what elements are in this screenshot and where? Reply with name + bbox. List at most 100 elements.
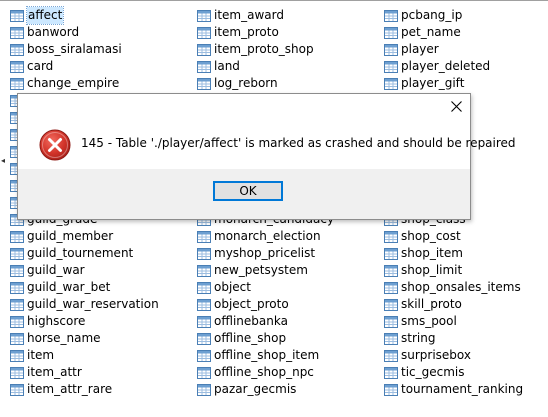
table-list-item[interactable]: boss_siralamasi <box>10 41 159 58</box>
table-list-item[interactable]: guild_war <box>10 262 159 279</box>
table-list-item[interactable]: pet_name <box>384 24 523 41</box>
table-list-item[interactable]: player_deleted <box>384 58 523 75</box>
table-name: offlinebanka <box>214 314 288 328</box>
table-list-item[interactable]: sms_pool <box>384 313 523 330</box>
table-icon <box>384 349 398 362</box>
close-button[interactable] <box>448 98 464 114</box>
table-list-item[interactable]: affect <box>10 6 159 25</box>
table-name: player <box>401 42 439 56</box>
table-name: myshop_pricelist <box>214 246 316 260</box>
table-name: object_proto <box>214 297 289 311</box>
error-message: 145 - Table './player/affect' is marked … <box>81 136 516 150</box>
table-list-item[interactable]: pazar_gecmis <box>197 381 334 398</box>
table-list-item[interactable]: guild_war_reservation <box>10 296 159 313</box>
table-list-item[interactable]: string <box>384 330 523 347</box>
table-name: skill_proto <box>401 297 462 311</box>
top-border <box>0 0 548 1</box>
table-name: highscore <box>27 314 86 328</box>
table-name: shop_item <box>401 246 463 260</box>
table-icon <box>384 26 398 39</box>
table-icon <box>384 60 398 73</box>
table-list-item[interactable]: change_empire <box>10 75 159 92</box>
table-list-item[interactable]: offline_shop <box>197 330 334 347</box>
table-list-item[interactable]: item_attr <box>10 364 159 381</box>
table-list-item[interactable]: tic_gecmis <box>384 364 523 381</box>
table-name: shop_limit <box>401 263 463 277</box>
table-name: guild_war <box>27 263 85 277</box>
table-list-item[interactable]: item_proto <box>197 24 334 41</box>
table-list-item[interactable]: myshop_pricelist <box>197 245 334 262</box>
table-list-item[interactable]: offlinebanka <box>197 313 334 330</box>
scroll-left-arrow-icon[interactable]: ◂ <box>1 157 5 165</box>
table-list-item[interactable]: item_award <box>197 7 334 24</box>
table-list-item[interactable]: offline_shop_item <box>197 347 334 364</box>
table-list-item[interactable]: object_proto <box>197 296 334 313</box>
table-icon <box>384 9 398 22</box>
table-name: horse_name <box>27 331 101 345</box>
table-name: string <box>401 331 436 345</box>
table-list-item[interactable]: item_proto_shop <box>197 41 334 58</box>
table-icon <box>197 281 211 294</box>
table-name: offline_shop <box>214 331 287 345</box>
table-list-item[interactable]: player_gift <box>384 75 523 92</box>
error-dialog: 145 - Table './player/affect' is marked … <box>17 93 516 220</box>
table-list-item[interactable]: guild_war_bet <box>10 279 159 296</box>
table-name: guild_war_bet <box>27 280 111 294</box>
table-name: offline_shop_npc <box>214 365 314 379</box>
table-list-item[interactable]: card <box>10 58 159 75</box>
table-icon <box>197 315 211 328</box>
table-icon <box>10 9 24 22</box>
table-list-item[interactable]: player <box>384 41 523 58</box>
table-list-item[interactable]: object <box>197 279 334 296</box>
table-name: tournament_ranking <box>401 382 524 396</box>
table-list-item[interactable]: shop_limit <box>384 262 523 279</box>
table-icon <box>10 332 24 345</box>
table-name: guild_war_reservation <box>27 297 159 311</box>
table-list-item[interactable]: offline_shop_npc <box>197 364 334 381</box>
table-icon <box>10 298 24 311</box>
table-icon <box>197 332 211 345</box>
table-list-item[interactable]: land <box>197 58 334 75</box>
ok-button[interactable]: OK <box>213 181 283 201</box>
table-list-item[interactable]: guild_member <box>10 228 159 245</box>
table-list-item[interactable]: skill_proto <box>384 296 523 313</box>
table-list-item[interactable]: surprisebox <box>384 347 523 364</box>
table-icon <box>10 264 24 277</box>
dialog-message-area <box>18 94 470 169</box>
table-icon <box>197 247 211 260</box>
table-list-item[interactable]: tournament_ranking <box>384 381 523 398</box>
table-name: surprisebox <box>401 348 472 362</box>
table-list-item[interactable]: monarch_election <box>197 228 334 245</box>
table-name: tic_gecmis <box>401 365 465 379</box>
table-icon <box>197 9 211 22</box>
table-list-item[interactable]: log_reborn <box>197 75 334 92</box>
table-icon <box>384 230 398 243</box>
table-list-item[interactable]: shop_onsales_items <box>384 279 523 296</box>
table-list-item[interactable]: item <box>10 347 159 364</box>
table-name: item <box>27 348 55 362</box>
table-list-item[interactable]: shop_cost <box>384 228 523 245</box>
table-icon <box>384 298 398 311</box>
table-name: guild_member <box>27 229 114 243</box>
ok-button-label: OK <box>239 184 257 198</box>
table-list-item[interactable]: banword <box>10 24 159 41</box>
table-icon <box>197 77 211 90</box>
table-name: guild_tournement <box>27 246 134 260</box>
table-list-item[interactable]: shop_item <box>384 245 523 262</box>
table-icon <box>10 281 24 294</box>
table-list-item[interactable]: horse_name <box>10 330 159 347</box>
table-list-item[interactable]: guild_tournement <box>10 245 159 262</box>
table-list-item[interactable]: highscore <box>10 313 159 330</box>
table-name: item_attr_rare <box>27 382 113 396</box>
table-name: land <box>214 59 240 73</box>
table-list-item[interactable]: item_attr_rare <box>10 381 159 398</box>
table-list-item[interactable]: pcbang_ip <box>384 7 523 24</box>
table-icon <box>197 383 211 396</box>
table-list-item[interactable]: new_petsystem <box>197 262 334 279</box>
table-icon <box>384 332 398 345</box>
table-name: banword <box>27 25 80 39</box>
table-name: player_gift <box>401 76 465 90</box>
table-icon <box>384 43 398 56</box>
table-name: item_attr <box>27 365 82 379</box>
table-icon <box>10 383 24 396</box>
